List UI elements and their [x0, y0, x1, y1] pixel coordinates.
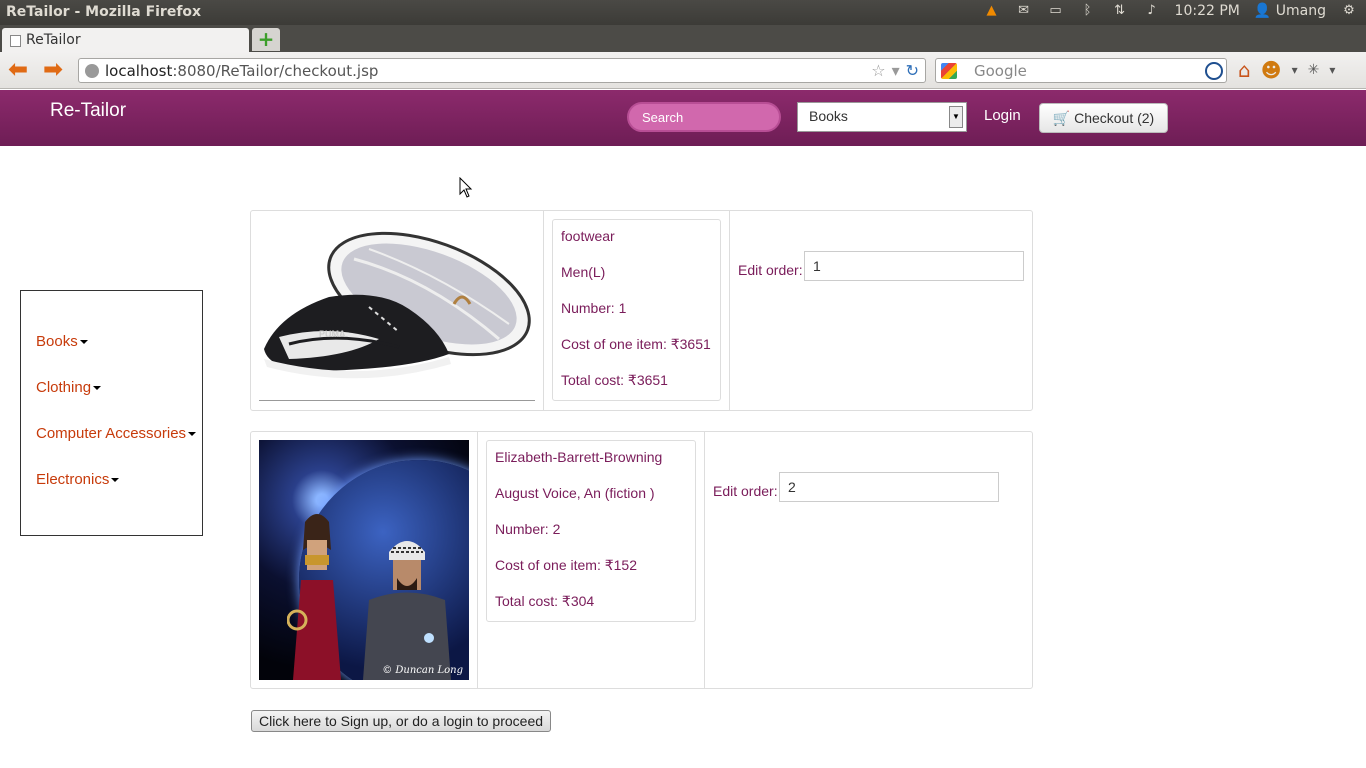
navigation-toolbar: ⬅ ➡ localhost:8080/ReTailor/checkout.jsp… — [0, 52, 1366, 89]
product-image-book-cover[interactable]: © Duncan Long — [259, 440, 469, 680]
tab-bar: ReTailor + — [0, 25, 1366, 52]
product-details-cell: footwear Men(L) Number: 1 Cost of one it… — [544, 211, 730, 410]
mail-icon[interactable]: ✉ — [1015, 3, 1033, 19]
product-category: footwear — [561, 228, 615, 244]
sidebar-item-label: Electronics — [36, 471, 110, 488]
caret-down-icon — [188, 432, 197, 437]
tab-retailor[interactable]: ReTailor — [2, 28, 249, 52]
addon-dropdown-icon[interactable]: ▾ — [1292, 58, 1298, 82]
order-row: © Duncan Long Elizabeth-Barrett-Browning… — [250, 431, 1033, 689]
product-details: footwear Men(L) Number: 1 Cost of one it… — [552, 219, 721, 401]
menu-dropdown-icon[interactable]: ▾ — [1329, 58, 1335, 82]
product-details: Elizabeth-Barrett-Browning August Voice,… — [486, 440, 696, 622]
sidebar-item-clothing[interactable]: Clothing — [36, 379, 202, 425]
sidebar-item-label: Computer Accessories — [36, 425, 187, 442]
forward-arrow-icon: ➡ — [42, 55, 64, 83]
sidebar-item-computer-accessories[interactable]: Computer Accessories — [36, 425, 202, 471]
login-link[interactable]: Login — [984, 107, 1021, 124]
os-title-bar: ReTailor - Mozilla Firefox ▲ ✉ ▭ ᛒ ⇅ ♪ 1… — [0, 0, 1366, 25]
network-icon[interactable]: ⇅ — [1111, 3, 1129, 19]
product-unit-cost: Cost of one item: ₹152 — [495, 557, 637, 573]
google-icon[interactable] — [941, 63, 957, 79]
product-total-cost: Total cost: ₹304 — [495, 593, 595, 609]
cart-icon: 🛒 — [1052, 110, 1071, 126]
browser-search-input[interactable]: Google — [935, 58, 1227, 83]
url-host: localhost — [105, 62, 173, 80]
site-search-input[interactable]: Search — [627, 102, 781, 132]
reload-icon[interactable]: ↻ — [906, 61, 919, 80]
edit-order-input[interactable]: 2 — [779, 472, 999, 502]
system-tray: ▲ ✉ ▭ ᛒ ⇅ ♪ 10:22 PM 👤 Umang ⚙ — [983, 3, 1358, 19]
signup-login-proceed-button[interactable]: Click here to Sign up, or do a login to … — [251, 710, 551, 732]
page-favicon-icon — [10, 35, 21, 47]
site-header: Re-Tailor Search Books ▼ Login 🛒 Checkou… — [0, 90, 1366, 146]
user-name: Umang — [1275, 3, 1326, 19]
sidebar-item-electronics[interactable]: Electronics — [36, 471, 202, 517]
product-image-cell: PUMA — [251, 211, 544, 410]
volume-icon[interactable]: ♪ — [1143, 3, 1161, 19]
bluetooth-icon[interactable]: ᛒ — [1079, 3, 1097, 19]
browser-search-placeholder: Google — [974, 62, 1027, 80]
forward-button[interactable]: ➡ — [40, 55, 66, 83]
url-bar[interactable]: localhost:8080/ReTailor/checkout.jsp ☆ ▾… — [78, 58, 926, 83]
user-menu[interactable]: 👤 Umang — [1254, 3, 1326, 19]
edit-order-cell: Edit order: 1 — [730, 211, 1032, 410]
sidebar-item-label: Books — [36, 333, 78, 350]
brand-logo[interactable]: Re-Tailor — [50, 100, 126, 122]
addon-monkey-icon[interactable]: ☻ — [1261, 58, 1282, 82]
edit-order-label: Edit order: — [713, 483, 778, 499]
back-button[interactable]: ⬅ — [5, 55, 31, 83]
sidebar-item-label: Clothing — [36, 379, 92, 396]
select-arrow-icon[interactable]: ▼ — [949, 106, 963, 128]
category-sidebar: Books Clothing Computer Accessories Elec… — [20, 290, 203, 536]
edit-order-label: Edit order: — [738, 262, 803, 278]
category-select-value: Books — [809, 108, 848, 124]
user-icon: 👤 — [1253, 3, 1272, 19]
new-tab-button[interactable]: + — [252, 28, 280, 51]
product-unit-cost: Cost of one item: ₹3651 — [561, 336, 711, 352]
caret-down-icon — [79, 340, 88, 345]
product-image-shoe[interactable]: PUMA — [259, 219, 535, 401]
product-quantity: Number: 2 — [495, 521, 561, 537]
mouse-cursor-icon — [459, 177, 473, 198]
caret-down-icon — [93, 386, 102, 391]
checkout-button[interactable]: 🛒 Checkout (2) — [1039, 103, 1168, 133]
product-image-cell: © Duncan Long — [251, 432, 478, 688]
battery-icon[interactable]: ▭ — [1047, 3, 1065, 19]
book-author: Elizabeth-Barrett-Browning — [495, 449, 663, 465]
edit-order-cell: Edit order: 2 — [705, 432, 1032, 688]
checkout-label: Checkout (2) — [1074, 110, 1155, 126]
product-quantity: Number: 1 — [561, 300, 627, 316]
category-select[interactable]: Books ▼ — [797, 102, 967, 132]
edit-order-input[interactable]: 1 — [804, 251, 1024, 281]
home-icon[interactable]: ⌂ — [1238, 58, 1251, 82]
magnifier-icon[interactable] — [1205, 62, 1223, 80]
window-title: ReTailor - Mozilla Firefox — [6, 4, 202, 20]
back-arrow-icon: ⬅ — [7, 55, 29, 83]
order-row: PUMA footwear Men(L) Number: 1 Cost of o… — [250, 210, 1033, 411]
vlc-icon[interactable]: ▲ — [983, 3, 1001, 19]
product-total-cost: Total cost: ₹3651 — [561, 372, 668, 388]
clock[interactable]: 10:22 PM — [1175, 3, 1240, 19]
power-gear-icon[interactable]: ⚙ — [1340, 3, 1358, 19]
url-dropdown-icon[interactable]: ▾ — [892, 61, 900, 80]
tab-label: ReTailor — [26, 32, 81, 48]
cover-credit: © Duncan Long — [382, 665, 463, 676]
caret-down-icon — [111, 478, 120, 483]
product-details-cell: Elizabeth-Barrett-Browning August Voice,… — [478, 432, 705, 688]
product-variant: Men(L) — [561, 264, 606, 280]
book-title: August Voice, An (fiction ) — [495, 485, 655, 501]
svg-text:PUMA: PUMA — [319, 329, 346, 339]
bookmark-star-icon[interactable]: ☆ — [871, 61, 885, 80]
site-identity-icon[interactable] — [85, 64, 99, 78]
addon-bug-icon[interactable]: ✳ — [1308, 58, 1320, 82]
sidebar-item-books[interactable]: Books — [36, 333, 202, 379]
url-path: :8080/ReTailor/checkout.jsp — [172, 62, 379, 80]
